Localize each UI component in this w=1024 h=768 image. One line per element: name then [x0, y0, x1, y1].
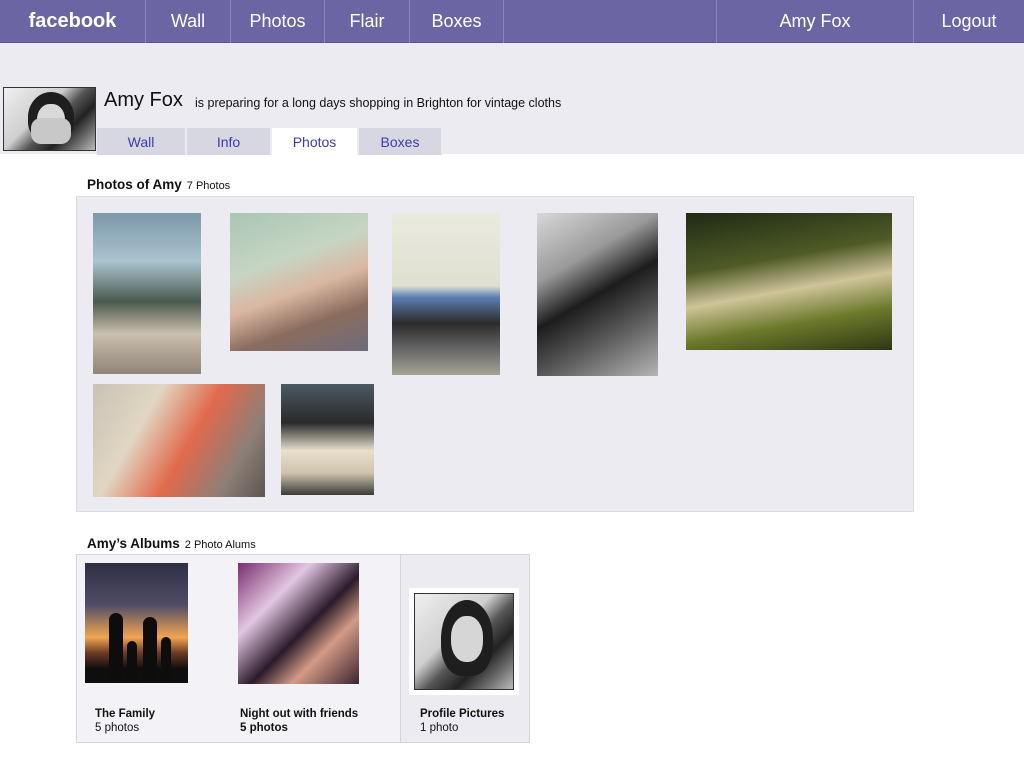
silhouette-figure [161, 637, 171, 683]
nav-boxes[interactable]: Boxes [410, 0, 504, 43]
album-cover-profile-pictures[interactable] [409, 588, 519, 695]
album-cover-family[interactable] [85, 563, 188, 683]
album-cover-night-out[interactable] [238, 563, 359, 684]
album-count-family: 5 photos [95, 722, 140, 734]
album-count-night-out: 5 photos [240, 722, 288, 734]
silhouette-figure [109, 613, 123, 683]
photos-section-title: Photos of Amy 7 Photos [87, 177, 230, 192]
tab-wall[interactable]: Wall [97, 128, 187, 155]
user-profile-link[interactable]: Amy Fox [716, 0, 914, 43]
facebook-logo[interactable]: facebook [0, 0, 146, 43]
profile-picture-face-shape [451, 616, 483, 662]
album-count-profile-pictures: 1 photo [420, 722, 459, 734]
nav-flair[interactable]: Flair [325, 0, 410, 43]
tab-photos[interactable]: Photos [272, 128, 359, 155]
photos-title-text: Photos of Amy [87, 177, 182, 192]
nav-photos[interactable]: Photos [231, 0, 325, 43]
albums-section-title: Amy’s Albums 2 Photo Alums [87, 536, 256, 551]
profile-picture-frame [414, 593, 514, 690]
photo-thumbnail[interactable] [281, 384, 374, 495]
nav-wall[interactable]: Wall [146, 0, 231, 43]
photo-thumbnail[interactable] [230, 213, 368, 351]
silhouette-figure [143, 617, 157, 683]
photo-thumbnail[interactable] [686, 213, 892, 350]
album-title-night-out[interactable]: Night out with friends [240, 708, 358, 720]
top-navigation-bar: facebook Wall Photos Flair Boxes Amy Fox… [0, 0, 1024, 43]
photo-thumbnail[interactable] [93, 213, 201, 374]
photos-count: 7 Photos [186, 180, 231, 192]
profile-name[interactable]: Amy Fox [104, 89, 183, 112]
avatar-hands-shape [31, 118, 71, 144]
profile-avatar[interactable] [3, 87, 96, 151]
logout-button[interactable]: Logout [914, 0, 1024, 43]
album-title-profile-pictures[interactable]: Profile Pictures [420, 708, 504, 720]
albums-title-text: Amy’s Albums [87, 536, 180, 551]
tab-boxes[interactable]: Boxes [359, 128, 443, 155]
albums-count: 2 Photo Alums [184, 539, 256, 551]
photo-thumbnail[interactable] [93, 384, 265, 497]
tab-info[interactable]: Info [187, 128, 272, 155]
status-text: is preparing for a long days shopping in… [195, 96, 562, 110]
photo-thumbnail[interactable] [537, 213, 658, 376]
profile-tabs: Wall Info Photos Boxes [97, 128, 443, 155]
album-title-family[interactable]: The Family [95, 708, 155, 720]
photo-thumbnail[interactable] [392, 213, 500, 375]
silhouette-figure [127, 641, 137, 683]
